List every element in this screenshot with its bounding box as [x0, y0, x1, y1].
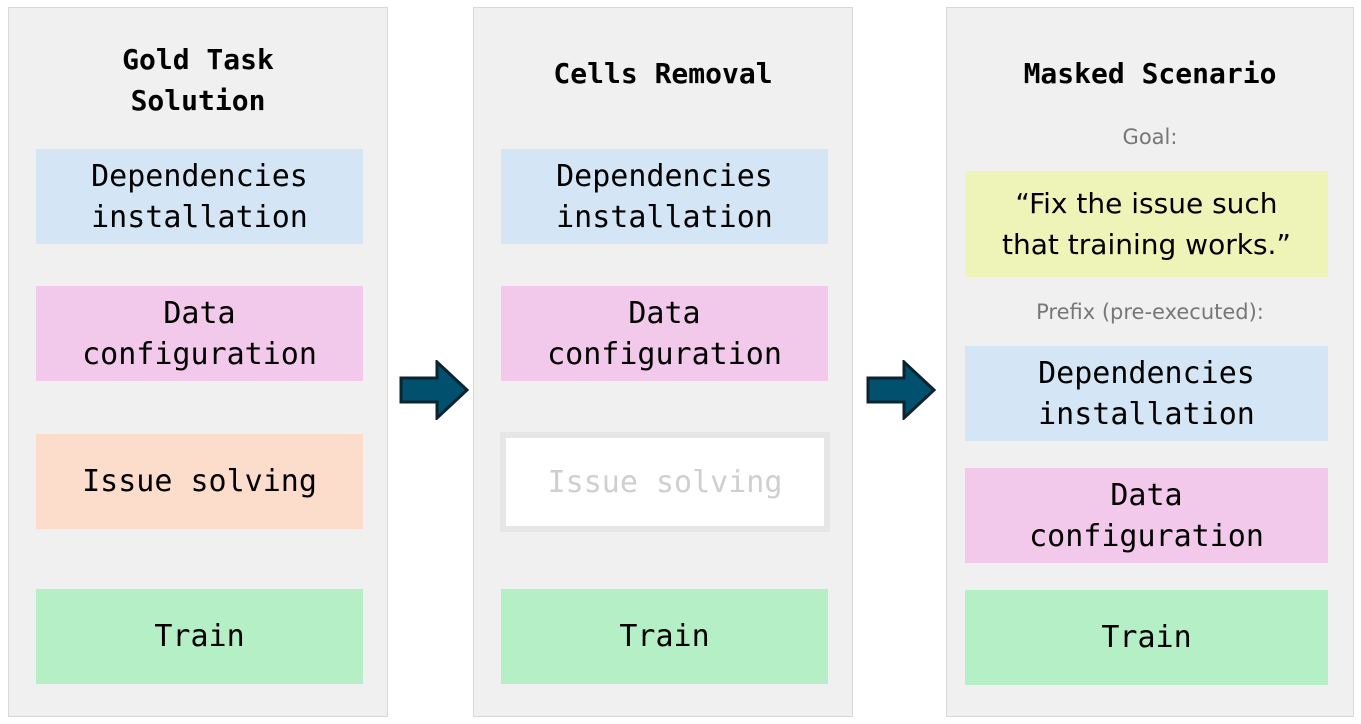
prefix-label: Prefix (pre-executed):: [1036, 300, 1264, 324]
column-masked-scenario: Masked Scenario Goal: “Fix the issue suc…: [946, 7, 1354, 717]
dependencies-installation-cell: Dependencies installation: [36, 149, 363, 244]
column-title: Cells Removal: [553, 57, 773, 90]
arrow-right-icon: [866, 360, 937, 420]
issue-solving-cell: Issue solving: [36, 434, 363, 529]
goal-label: Goal:: [1122, 125, 1178, 149]
data-configuration-cell: Data configuration: [965, 468, 1328, 563]
dependencies-installation-cell: Dependencies installation: [965, 346, 1328, 441]
removed-issue-solving-cell: Issue solving: [500, 432, 830, 532]
data-configuration-cell: Data configuration: [36, 286, 363, 381]
data-configuration-cell: Data configuration: [501, 286, 828, 381]
column-cells-removal: Cells Removal Dependencies installation …: [473, 7, 853, 717]
column-title: Masked Scenario: [1023, 57, 1277, 90]
column-title: Gold Task Solution: [122, 43, 274, 117]
dependencies-installation-cell: Dependencies installation: [501, 149, 828, 244]
train-cell: Train: [965, 590, 1328, 685]
goal-text: “Fix the issue such that training works.…: [965, 171, 1328, 277]
train-cell: Train: [36, 589, 363, 684]
train-cell: Train: [501, 589, 828, 684]
column-gold-task-solution: Gold Task Solution Dependencies installa…: [8, 7, 388, 717]
arrow-right-icon: [399, 360, 470, 420]
